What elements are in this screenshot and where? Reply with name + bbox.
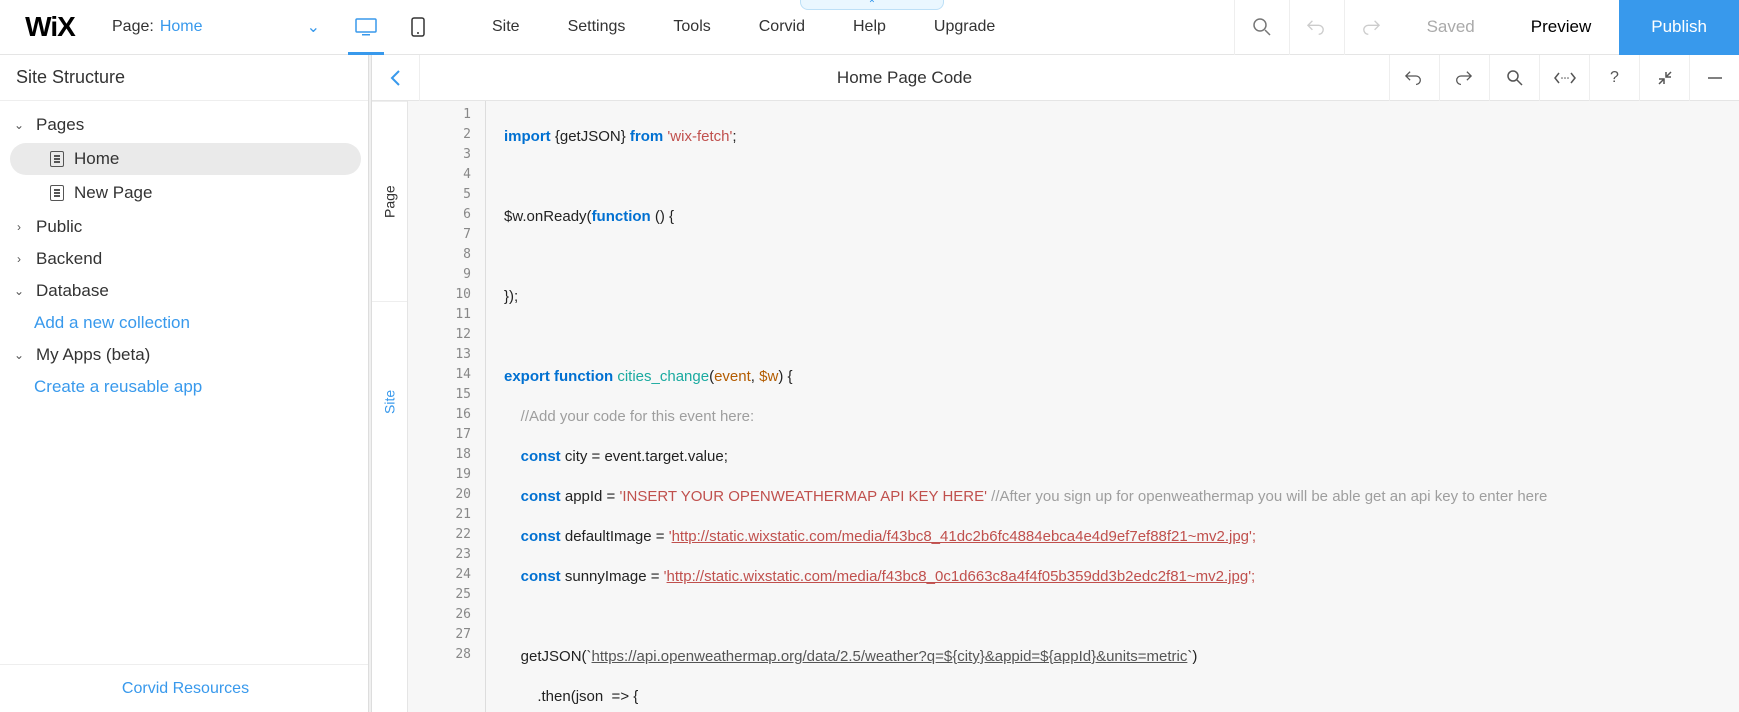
sidebar-section-pages[interactable]: ⌄Pages bbox=[0, 109, 371, 141]
chevron-down-icon: ⌄ bbox=[12, 348, 26, 362]
zoom-button[interactable] bbox=[1234, 0, 1289, 55]
menu-help[interactable]: Help bbox=[853, 18, 886, 36]
sidebar-create-app[interactable]: Create a reusable app bbox=[0, 371, 371, 403]
sidebar-section-database[interactable]: ⌄Database bbox=[0, 275, 371, 307]
main-menu: Site Settings Tools Corvid Help Upgrade bbox=[492, 18, 995, 36]
code-minimize-button[interactable] bbox=[1689, 55, 1739, 101]
sidebar-section-public[interactable]: ›Public bbox=[0, 211, 371, 243]
menu-tools[interactable]: Tools bbox=[673, 18, 710, 36]
code-back-button[interactable] bbox=[372, 55, 420, 101]
chevron-down-icon: ⌄ bbox=[307, 17, 320, 37]
chevron-right-icon: › bbox=[12, 252, 26, 266]
code-brackets-button[interactable] bbox=[1539, 55, 1589, 101]
menu-site[interactable]: Site bbox=[492, 18, 520, 36]
menu-settings[interactable]: Settings bbox=[568, 18, 626, 36]
chevron-down-icon: ⌄ bbox=[12, 118, 26, 132]
top-notch[interactable]: ⌃ bbox=[800, 0, 944, 10]
code-text[interactable]: import {getJSON} from 'wix-fetch'; $w.on… bbox=[486, 101, 1739, 712]
sidebar-footer-link[interactable]: Corvid Resources bbox=[0, 664, 371, 712]
menu-corvid[interactable]: Corvid bbox=[759, 18, 805, 36]
page-value: Home bbox=[160, 18, 203, 36]
mobile-view-button[interactable] bbox=[392, 0, 444, 55]
code-search-button[interactable] bbox=[1489, 55, 1539, 101]
saved-status: Saved bbox=[1399, 17, 1503, 37]
undo-button[interactable] bbox=[1289, 0, 1344, 55]
wix-logo: WiX bbox=[0, 11, 100, 43]
code-undo-button[interactable] bbox=[1389, 55, 1439, 101]
desktop-view-button[interactable] bbox=[340, 0, 392, 55]
code-side-tabs: Page Site bbox=[372, 101, 408, 712]
page-icon bbox=[50, 151, 64, 167]
code-editor: Page Site 1 2 3 4 5 6 7 8 9 10 11 12 13 … bbox=[372, 101, 1739, 712]
redo-button[interactable] bbox=[1344, 0, 1399, 55]
publish-button[interactable]: Publish bbox=[1619, 0, 1739, 55]
sidebar-page-newpage[interactable]: New Page bbox=[10, 177, 361, 209]
sidebar-title: Site Structure bbox=[0, 55, 371, 101]
page-icon bbox=[50, 185, 64, 201]
code-title: Home Page Code bbox=[420, 68, 1389, 88]
code-redo-button[interactable] bbox=[1439, 55, 1489, 101]
sidebar-section-backend[interactable]: ›Backend bbox=[0, 243, 371, 275]
code-toolbar: Home Page Code ? bbox=[372, 55, 1739, 101]
chevron-down-icon: ⌄ bbox=[12, 284, 26, 298]
page-label: Page: bbox=[112, 18, 154, 36]
page-selector[interactable]: Page: Home ⌄ bbox=[100, 17, 340, 37]
sidebar-section-myapps[interactable]: ⌄My Apps (beta) bbox=[0, 339, 371, 371]
preview-button[interactable]: Preview bbox=[1503, 17, 1619, 37]
top-right-actions: Saved Preview Publish bbox=[1234, 0, 1739, 55]
line-gutter: 1 2 3 4 5 6 7 8 9 10 11 12 13 14 15 16 1… bbox=[408, 101, 486, 712]
sidebar: Site Structure ⌄Pages Home New Page ›Pub… bbox=[0, 55, 372, 712]
code-help-button[interactable]: ? bbox=[1589, 55, 1639, 101]
side-tab-page[interactable]: Page bbox=[372, 101, 407, 301]
device-toggle bbox=[340, 0, 444, 55]
chevron-up-icon: ⌃ bbox=[868, 0, 876, 10]
chevron-right-icon: › bbox=[12, 220, 26, 234]
menu-upgrade[interactable]: Upgrade bbox=[934, 18, 995, 36]
code-collapse-button[interactable] bbox=[1639, 55, 1689, 101]
side-tab-site[interactable]: Site bbox=[372, 301, 407, 501]
sidebar-add-collection[interactable]: Add a new collection bbox=[0, 307, 371, 339]
sidebar-page-home[interactable]: Home bbox=[10, 143, 361, 175]
